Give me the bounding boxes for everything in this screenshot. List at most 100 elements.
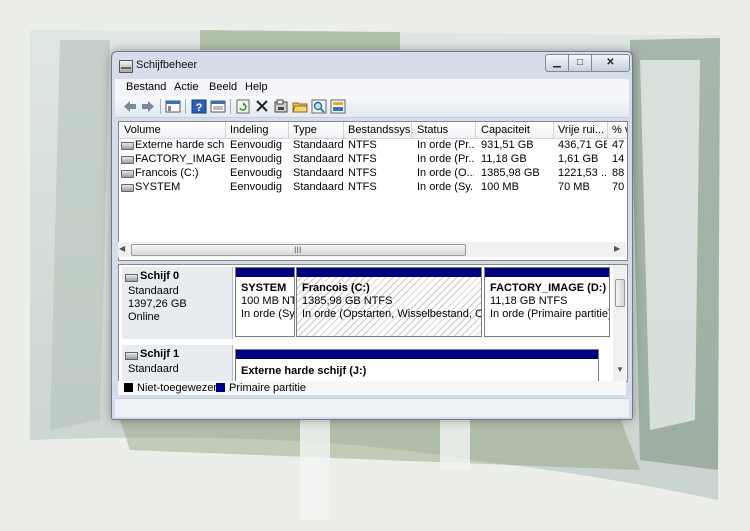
volume-layout: Eenvoudig	[230, 153, 282, 165]
volume-row[interactable]: Externe harde schij... Eenvoudig Standaa…	[119, 138, 627, 152]
partition-external-j[interactable]: Externe harde schijf (J:)	[235, 349, 599, 381]
partition-name: Externe harde schijf (J:)	[241, 365, 367, 377]
properties-grid-icon[interactable]	[210, 99, 226, 114]
column-header-type[interactable]: Type	[293, 124, 343, 136]
back-icon[interactable]	[122, 99, 138, 114]
console-tree-icon[interactable]	[165, 99, 181, 114]
refresh-icon[interactable]	[235, 99, 251, 114]
menu-help[interactable]: Help	[245, 81, 268, 93]
column-divider[interactable]	[225, 122, 226, 138]
toolbar-separator	[230, 99, 231, 114]
drive-icon	[121, 170, 134, 178]
toolbar: ?	[115, 96, 629, 118]
disk-1-label[interactable]: Schijf 1 Standaard	[122, 345, 233, 381]
partition-francois-c[interactable]: Francois (C:) 1385,98 GB NTFS In orde (O…	[296, 267, 482, 337]
menu-bar: Bestand Actie Beeld Help	[115, 79, 629, 96]
column-divider[interactable]	[411, 122, 412, 138]
volume-layout: Eenvoudig	[230, 167, 282, 179]
status-bar	[115, 398, 629, 417]
volume-filesystem: NTFS	[348, 139, 377, 151]
volume-layout: Eenvoudig	[230, 139, 282, 151]
drive-icon	[121, 142, 134, 150]
help-icon[interactable]: ?	[191, 99, 207, 114]
delete-icon[interactable]	[254, 99, 270, 114]
volume-free-space: 436,71 GB	[558, 139, 607, 151]
vertical-scrollbar[interactable]: ▼	[613, 265, 626, 381]
menu-bestand[interactable]: Bestand	[126, 81, 166, 93]
volume-status: In orde (Pr...	[417, 139, 474, 151]
column-header-indeling[interactable]: Indeling	[230, 124, 285, 136]
toolbar-separator	[185, 99, 186, 114]
volume-layout: Eenvoudig	[230, 181, 282, 193]
volume-free-space: 70 MB	[558, 181, 590, 193]
primary-partition-swatch	[216, 383, 225, 392]
volume-row[interactable]: Francois (C:) Eenvoudig Standaard NTFS I…	[119, 166, 627, 180]
legend-label: Primaire partitie	[229, 382, 307, 394]
column-divider[interactable]	[553, 122, 554, 138]
partition-size: 11,18 GB NTFS	[490, 295, 568, 307]
volume-free-space: 1221,53 ...	[558, 167, 607, 179]
properties-icon[interactable]	[273, 99, 289, 114]
volume-name: Externe harde schij...	[135, 139, 225, 151]
partition-system[interactable]: SYSTEM 100 MB NT In orde (Sys	[235, 267, 295, 337]
column-divider[interactable]	[288, 122, 289, 138]
search-icon[interactable]	[311, 99, 327, 114]
volume-type: Standaard	[293, 167, 344, 179]
volume-type: Standaard	[293, 139, 344, 151]
settings-icon[interactable]	[330, 99, 346, 114]
disk-icon	[125, 352, 138, 360]
column-divider[interactable]	[475, 122, 476, 138]
partition-type-bar	[297, 268, 481, 277]
scroll-right-arrow-icon[interactable]: ▶	[614, 244, 625, 255]
legend-label: Niet-toegewezen	[137, 382, 220, 394]
column-divider[interactable]	[607, 122, 608, 138]
column-header-bestandssysteem[interactable]: Bestandssys...	[348, 124, 413, 136]
svg-text:?: ?	[196, 102, 203, 114]
partition-status: In orde (Sys	[241, 308, 295, 320]
disk-type: Standaard	[128, 285, 179, 297]
horizontal-scroll-thumb[interactable]: III	[131, 244, 466, 256]
volume-capacity: 1385,98 GB	[481, 167, 540, 179]
minimize-button[interactable]: ▁	[545, 54, 569, 72]
column-header-percent-vrij[interactable]: % v	[612, 124, 627, 136]
maximize-button[interactable]: □	[568, 54, 592, 72]
partition-type-bar	[236, 268, 294, 277]
partition-size: 100 MB NT	[241, 295, 295, 307]
column-header-vrije-ruimte[interactable]: Vrije rui...	[558, 124, 608, 136]
scroll-down-arrow-icon[interactable]: ▼	[616, 365, 624, 374]
partition-status: In orde (Opstarten, Wisselbestand, Crash…	[302, 308, 481, 320]
volume-free-space: 1,61 GB	[558, 153, 599, 165]
scroll-left-arrow-icon[interactable]: ◀	[119, 244, 130, 255]
disk-state: Online	[128, 311, 160, 323]
volume-row[interactable]: FACTORY_IMAGE ... Eenvoudig Standaard NT…	[119, 152, 627, 166]
column-header-status[interactable]: Status	[417, 124, 475, 136]
column-header-volume[interactable]: Volume	[124, 124, 224, 136]
forward-icon[interactable]	[140, 99, 156, 114]
partition-factory-image-d[interactable]: FACTORY_IMAGE (D:) 11,18 GB NTFS In orde…	[484, 267, 610, 337]
disk-layout-view: Schijf 0 Standaard 1397,26 GB Online SYS…	[118, 264, 628, 382]
column-divider[interactable]	[343, 122, 344, 138]
disk-name: Schijf 0	[140, 270, 180, 282]
column-header-capaciteit[interactable]: Capaciteit	[481, 124, 551, 136]
menu-actie[interactable]: Actie	[174, 81, 198, 93]
disk-management-app-icon	[119, 60, 133, 73]
volume-type: Standaard	[293, 153, 344, 165]
volume-capacity: 931,51 GB	[481, 139, 534, 151]
volume-percent-free: 88	[612, 167, 625, 179]
menu-beeld[interactable]: Beeld	[209, 81, 237, 93]
title-bar[interactable]: Schijfbeheer ▁ □ ✕	[112, 52, 632, 78]
volume-row[interactable]: SYSTEM Eenvoudig Standaard NTFS In orde …	[119, 180, 627, 194]
partition-type-bar	[485, 268, 609, 277]
horizontal-scrollbar[interactable]: ◀ III ▶	[118, 242, 626, 257]
open-icon[interactable]	[292, 99, 308, 114]
partition-name: SYSTEM	[241, 282, 287, 294]
disk-name: Schijf 1	[140, 348, 180, 360]
window-title: Schijfbeheer	[136, 59, 198, 71]
scroll-grip: III	[294, 245, 302, 255]
volume-percent-free: 14	[612, 153, 625, 165]
unallocated-swatch	[124, 383, 133, 392]
close-button[interactable]: ✕	[591, 54, 630, 72]
disk-0-label[interactable]: Schijf 0 Standaard 1397,26 GB Online	[122, 267, 233, 339]
volume-list-header: Volume Indeling Type Bestandssys... Stat…	[119, 122, 627, 139]
vertical-scroll-thumb[interactable]	[615, 279, 625, 307]
